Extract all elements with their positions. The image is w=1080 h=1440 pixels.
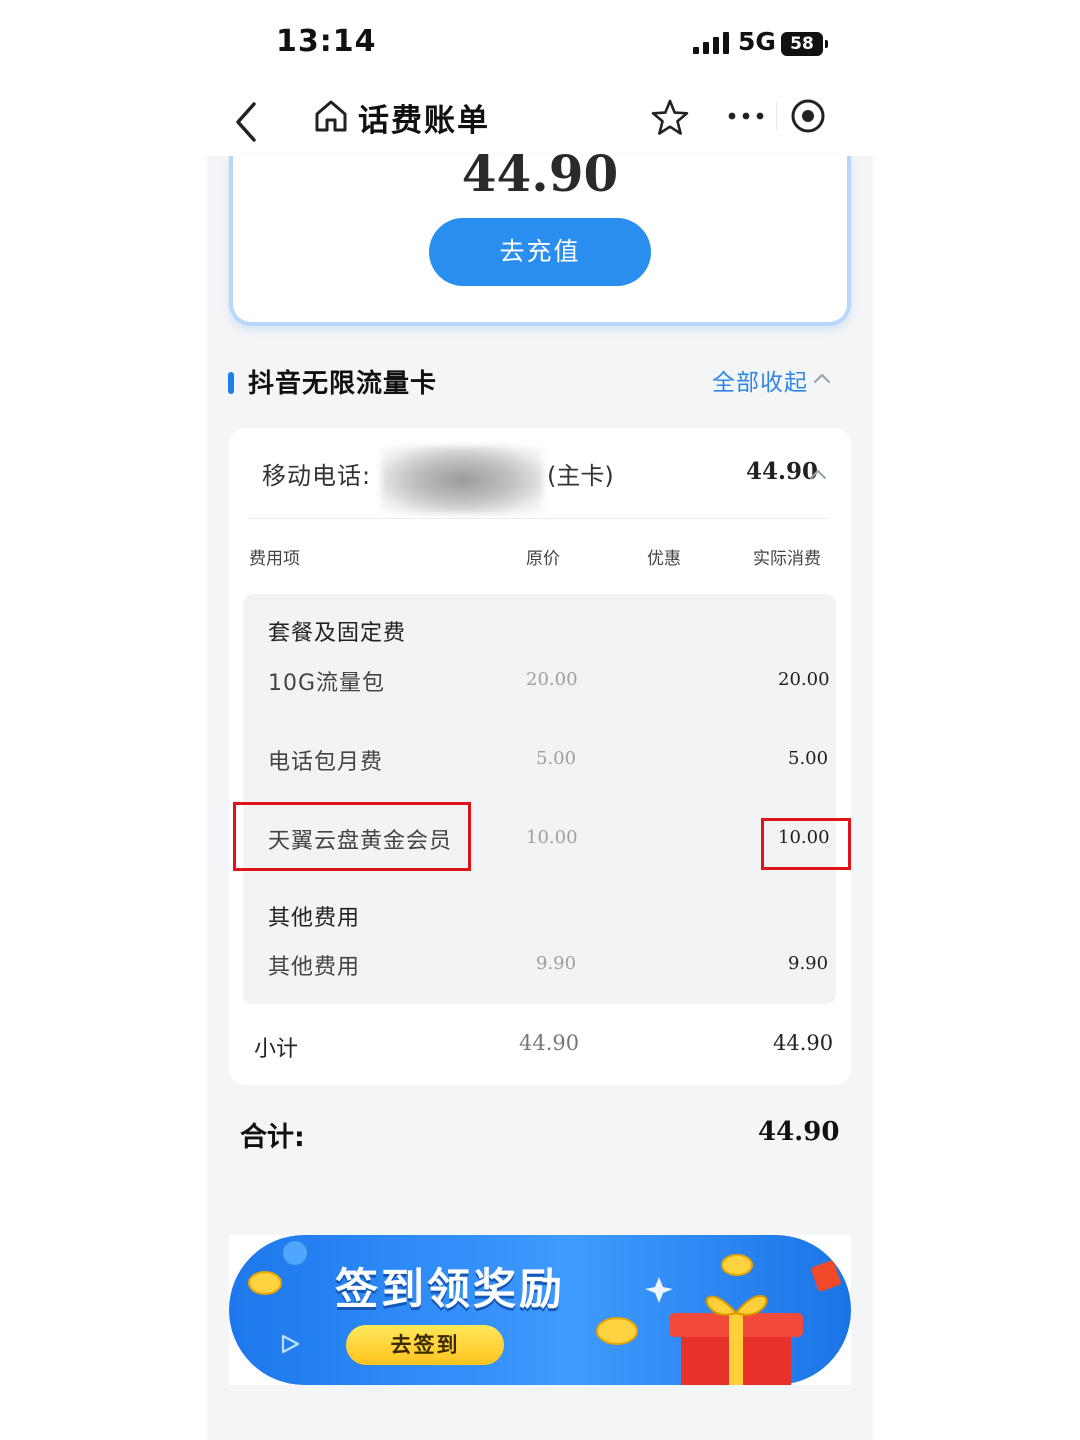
header-actual: 实际消费 <box>753 549 821 569</box>
fee-item-actual: 20.00 <box>778 669 830 690</box>
highlight-box-amount <box>761 818 851 870</box>
phone-line-type: (主卡) <box>547 462 614 490</box>
fee-item-original: 20.00 <box>526 669 578 690</box>
signin-button[interactable]: 去签到 <box>346 1325 504 1365</box>
total-label: 合计: <box>240 1122 305 1153</box>
subtotal-actual: 44.90 <box>773 1031 834 1055</box>
capsule-divider <box>776 102 777 130</box>
chevron-up-icon[interactable] <box>812 370 832 386</box>
balance-card: 44.90 去充值 <box>229 144 851 326</box>
divider <box>249 518 829 519</box>
fee-item-name: 10G流量包 <box>268 671 386 696</box>
subtotal-original: 44.90 <box>519 1031 580 1055</box>
fee-item-original: 9.90 <box>536 953 577 974</box>
fee-item-actual: 9.90 <box>788 953 829 974</box>
header-discount: 优惠 <box>647 549 681 569</box>
total-amount: 44.90 <box>758 1117 840 1147</box>
page-title: 话费账单 <box>358 103 490 139</box>
section-title: 抖音无限流量卡 <box>248 369 438 399</box>
collapse-all-link[interactable]: 全部收起 <box>712 363 808 397</box>
bill-card: 移动电话: (主卡) 44.90 费用项 原价 优惠 实际消费 套餐及固定费 1… <box>229 428 851 1085</box>
signal-icon <box>693 32 729 54</box>
close-target-icon[interactable] <box>788 96 828 136</box>
fee-item-original: 10.00 <box>526 827 578 848</box>
recharge-button[interactable]: 去充值 <box>429 218 651 286</box>
more-icon[interactable] <box>726 104 766 128</box>
section-accent-bar <box>228 372 234 394</box>
header-original: 原价 <box>526 549 560 569</box>
banner-title: 签到领奖励 <box>335 1265 565 1315</box>
fee-items-box: 套餐及固定费 10G流量包 20.00 20.00 电话包月费 5.00 5.0… <box>243 594 836 1004</box>
group-title: 其他费用 <box>268 906 361 931</box>
phone-number-redacted <box>381 446 543 514</box>
battery-icon: 58 <box>781 32 823 56</box>
header-item: 费用项 <box>249 549 300 569</box>
fee-item-original: 5.00 <box>536 748 577 769</box>
page-content: 44.90 去充值 抖音无限流量卡 全部收起 移动电话: (主卡) 44.90 … <box>207 144 873 1440</box>
battery-tip <box>825 40 828 48</box>
network-type: 5G <box>738 27 776 56</box>
home-icon[interactable] <box>313 98 349 134</box>
subtotal-label: 小计 <box>254 1037 299 1062</box>
phone-line-label: 移动电话: <box>262 462 372 490</box>
status-time: 13:14 <box>276 24 377 59</box>
fee-item-name: 其他费用 <box>268 955 361 980</box>
chevron-up-icon[interactable] <box>808 466 828 482</box>
group-title: 套餐及固定费 <box>268 621 407 646</box>
status-bar: 13:14 5G 58 <box>0 0 1080 90</box>
mini-program-capsule <box>706 88 842 144</box>
play-icon <box>281 1334 300 1354</box>
signin-reward-banner[interactable]: 签到领奖励 去签到 <box>229 1235 851 1385</box>
star-icon[interactable] <box>650 98 690 138</box>
fee-item-actual: 5.00 <box>788 748 829 769</box>
back-icon[interactable] <box>228 96 268 148</box>
fee-item-name: 电话包月费 <box>268 750 384 775</box>
highlight-box-item <box>233 802 471 871</box>
balance-amount: 44.90 <box>461 144 619 203</box>
